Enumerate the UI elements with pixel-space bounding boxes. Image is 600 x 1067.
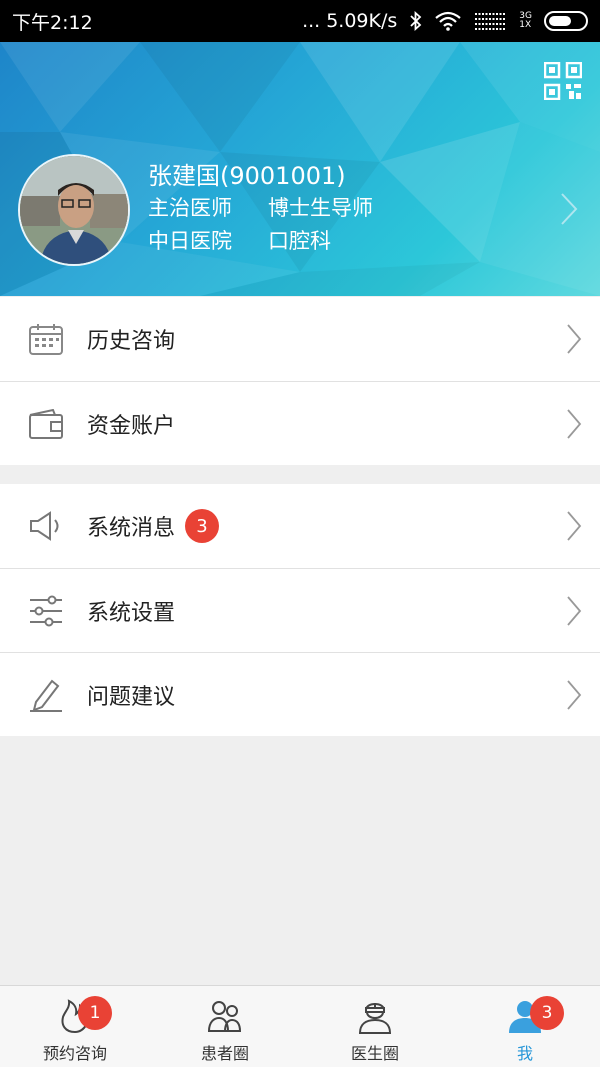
users-icon bbox=[207, 1001, 242, 1032]
bluetooth-icon bbox=[409, 11, 423, 31]
qr-code-icon[interactable] bbox=[543, 61, 583, 101]
chevron-right-icon[interactable] bbox=[560, 192, 578, 230]
menu-item-feedback[interactable]: 问题建议 bbox=[0, 652, 600, 736]
signal-icon bbox=[473, 11, 507, 31]
menu-label-settings: 系统设置 bbox=[87, 600, 176, 626]
profile-department: 口腔科 bbox=[268, 229, 331, 253]
chevron-right-icon bbox=[566, 323, 582, 359]
tab-doctors-label: 医生圈 bbox=[350, 1044, 399, 1063]
tab-me-label: 我 bbox=[516, 1044, 533, 1063]
menu-item-history[interactable]: 历史咨询 bbox=[0, 297, 600, 381]
menu-label-history: 历史咨询 bbox=[87, 329, 176, 354]
status-bar: 下午2:12 ... 5.09K/s 3G 1X bbox=[0, 0, 600, 42]
tab-appointment-label: 预约咨询 bbox=[42, 1044, 107, 1063]
menu-item-settings[interactable]: 系统设置 bbox=[0, 568, 600, 652]
menu-label-messages: 系统消息 bbox=[87, 516, 176, 541]
menu-item-messages[interactable]: 系统消息 3 bbox=[0, 484, 600, 568]
messages-badge: 3 bbox=[185, 509, 220, 543]
profile-row-titles: 主治医师 博士生导师 bbox=[148, 192, 373, 225]
tab-me-badge: 3 bbox=[530, 996, 564, 1030]
network-type-bottom: 1X bbox=[519, 20, 532, 30]
speaker-icon bbox=[24, 508, 68, 544]
calendar-icon bbox=[24, 321, 68, 357]
tab-appointment[interactable]: 预约咨询 1 bbox=[0, 986, 150, 1067]
chevron-right-icon bbox=[566, 679, 582, 715]
sliders-icon bbox=[24, 593, 68, 629]
tab-appointment-badge: 1 bbox=[78, 996, 112, 1030]
profile-hospital: 中日医院 bbox=[148, 229, 232, 253]
battery-icon bbox=[544, 11, 588, 31]
menu-group-account: 历史咨询 资金账户 bbox=[0, 297, 600, 465]
profile-info: 张建国(9001001) 主治医师 博士生导师 中日医院 口腔科 bbox=[148, 160, 373, 258]
menu-item-account[interactable]: 资金账户 bbox=[0, 381, 600, 465]
chevron-right-icon bbox=[566, 510, 582, 546]
avatar[interactable] bbox=[18, 154, 130, 266]
menu-group-system: 系统消息 3 系统设置 问题建议 bbox=[0, 484, 600, 736]
chevron-right-icon bbox=[566, 408, 582, 444]
wallet-icon bbox=[24, 406, 68, 442]
status-icons: ... 5.09K/s 3G 1X bbox=[302, 10, 588, 32]
tab-doctors[interactable]: 医生圈 bbox=[300, 986, 450, 1067]
pencil-icon bbox=[24, 677, 68, 713]
status-time: 下午2:12 bbox=[12, 11, 93, 34]
tab-patients-label: 患者圈 bbox=[200, 1044, 249, 1063]
chevron-right-icon bbox=[566, 595, 582, 631]
profile-row-hospital: 中日医院 口腔科 bbox=[148, 225, 373, 258]
profile-name: 张建国(9001001) bbox=[148, 162, 346, 190]
doctor-icon bbox=[358, 1003, 392, 1034]
network-type: 3G 1X bbox=[519, 12, 532, 30]
bottom-tab-bar: 预约咨询 1 患者圈 医生圈 我 3 bbox=[0, 985, 600, 1067]
profile-title: 主治医师 bbox=[148, 196, 232, 220]
tab-patients[interactable]: 患者圈 bbox=[150, 986, 300, 1067]
wifi-icon bbox=[435, 11, 462, 31]
profile-header[interactable]: 张建国(9001001) 主治医师 博士生导师 中日医院 口腔科 bbox=[0, 42, 600, 296]
network-speed: ... 5.09K/s bbox=[302, 10, 398, 32]
menu-label-account: 资金账户 bbox=[87, 413, 176, 439]
menu-label-feedback: 问题建议 bbox=[87, 684, 176, 710]
profile-role: 博士生导师 bbox=[268, 196, 373, 220]
tab-me[interactable]: 我 3 bbox=[450, 986, 600, 1067]
